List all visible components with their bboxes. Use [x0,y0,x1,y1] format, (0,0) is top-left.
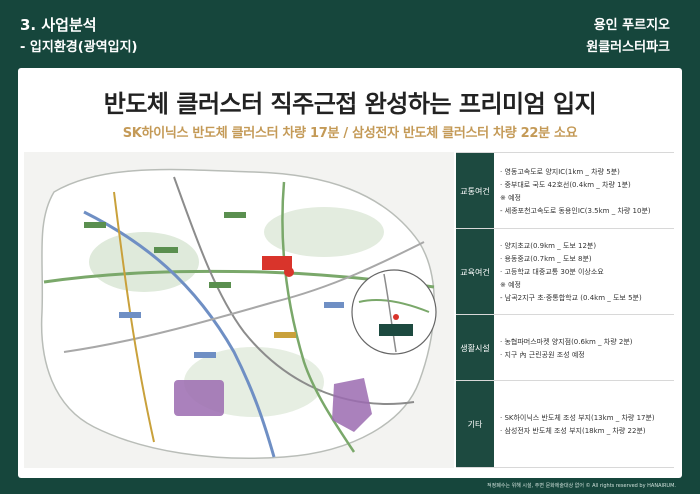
row-category: 교육여건 [456,229,494,315]
brand-name-line2: 원클러스터파크 [586,40,670,55]
inset-site-marker [393,314,399,320]
table-row-transport: 교통여건 · 영동고속도로 양지IC(1km _ 차량 5분) · 중부대로 국… [456,152,674,229]
sub-headline: SK하이닉스 반도체 클러스터 차량 17분 / 삼성전자 반도체 클러스터 차… [122,126,578,141]
content-card: 반도체 클러스터 직주근접 완성하는 프리미엄 입지 SK하이닉스 반도체 클러… [18,68,682,478]
town-label [84,222,106,228]
main-headline: 반도체 클러스터 직주근접 완성하는 프리미엄 입지 [103,90,597,118]
town-label [324,302,344,308]
sk-hynix-cluster-site [174,380,224,416]
town-label [209,282,231,288]
list-item: ※ 예정 [500,281,521,289]
list-item: · 양지초교(0.9km _ 도보 12분) [500,242,597,250]
table-row-amenities: 생활시설 · 농협파머스마켓 양지점(0.6km _ 차량 2분) · 지구 內… [456,314,674,381]
list-item: · 농협파머스마켓 양지점(0.6km _ 차량 2분) [500,337,633,346]
row-category: 기타 [456,381,494,467]
town-label [274,332,296,338]
list-item: · 중부대로 국도 42호선(0.4km _ 차량 1분) [500,180,631,189]
info-table: 교통여건 · 영동고속도로 양지IC(1km _ 차량 5분) · 중부대로 국… [456,152,674,468]
list-item: · 영동고속도로 양지IC(1km _ 차량 5분) [500,167,620,176]
project-site-label-box [262,256,292,270]
row-items: · SK하이닉스 반도체 조성 부지(13km _ 차량 17분) · 삼성전자… [494,381,674,467]
copyright-text: 적정폐수는 위해 시설, 주변 문화에술대상 없어 © All rights r… [487,483,676,489]
regional-map-graphic [40,168,437,459]
section-title: 3. 사업분석 [20,16,97,34]
list-item: - 남곡2지구 초·중통합학교 (0.4km _ 도보 5분) [500,294,642,302]
town-label [224,212,246,218]
list-item: · 고등학교 대중교통 30분 이상소요 [500,268,604,276]
list-item: - 세종포천고속도로 동용인IC(3.5km _ 차량 10분) [500,206,651,215]
town-label [194,352,216,358]
row-category: 교통여건 [456,153,494,229]
table-row-other: 기타 · SK하이닉스 반도체 조성 부지(13km _ 차량 17분) · 삼… [456,380,674,468]
brand-name-line1: 용인 푸르지오 [593,18,670,33]
header-bar: 3. 사업분석 - 입지환경(광역입지) 용인 푸르지오 원클러스터파크 [0,0,700,62]
row-category: 생활시설 [456,315,494,381]
row-items: · 영동고속도로 양지IC(1km _ 차량 5분) · 중부대로 국도 42호… [494,153,674,229]
list-item: · 지구 內 근린공원 조성 예정 [500,350,585,359]
section-subtitle: - 입지환경(광역입지) [20,40,138,55]
row-items: · 농협파머스마켓 양지점(0.6km _ 차량 2분) · 지구 內 근린공원… [494,315,674,381]
list-item: · SK하이닉스 반도체 조성 부지(13km _ 차량 17분) [500,413,655,422]
inset-site-label [379,324,413,336]
table-row-education: 교육여건 · 양지초교(0.9km _ 도보 12분) · 용동중교(0.7km… [456,228,674,315]
list-item: · 용동중교(0.7km _ 도보 8분) [500,255,592,263]
row-items: · 양지초교(0.9km _ 도보 12분) · 용동중교(0.7km _ 도보… [494,229,674,315]
list-item: ※ 예정 [500,193,521,202]
slide-page: 3. 사업분석 - 입지환경(광역입지) 용인 푸르지오 원클러스터파크 반도체… [0,0,700,494]
town-label [119,312,141,318]
town-label [154,247,178,253]
regional-map [24,152,454,468]
list-item: · 삼성전자 반도체 조성 부지(18km _ 차량 22분) [500,426,646,435]
